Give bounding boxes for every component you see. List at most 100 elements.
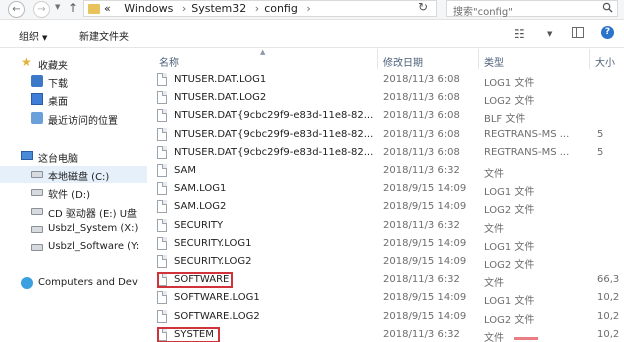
breadcrumb-overflow[interactable]: « (104, 2, 111, 15)
table-row[interactable]: SECURITY.LOG2 2018/9/15 14:09 LOG2 文件 (147, 253, 624, 271)
table-row[interactable]: SYSTEM 2018/11/3 6:32 文件 10,2 (147, 326, 624, 342)
recent-locations-chevron-icon[interactable]: ▼ (55, 3, 60, 11)
file-size: 10,2 (597, 292, 620, 304)
table-row[interactable]: SAM 2018/11/3 6:32 文件 (147, 162, 624, 180)
search-input[interactable]: 搜索"config" (446, 0, 618, 18)
table-row[interactable]: SECURITY.LOG1 2018/9/15 14:09 LOG1 文件 (147, 235, 624, 253)
back-button[interactable]: ← (8, 1, 25, 18)
file-date: 2018/11/3 6:08 (383, 92, 460, 104)
file-size: 66,3 (597, 274, 620, 286)
file-name: NTUSER.DAT.LOG2 (174, 92, 267, 104)
nav-favorites[interactable]: ★ 收藏夹 (0, 55, 147, 72)
nav-item-drive-y[interactable]: Usbzl_Software (Y: (0, 239, 147, 256)
table-row[interactable]: NTUSER.DAT.LOG1 2018/11/3 6:08 LOG1 文件 (147, 71, 624, 89)
file-icon (157, 73, 167, 86)
navigation-pane: ★ 收藏夹 下载 桌面 最近访问的位置 这台电脑 本地磁盘 (C:) 软件 (D… (0, 49, 147, 342)
file-name: SOFTWARE.LOG2 (174, 310, 260, 322)
view-chevron-down-icon[interactable]: ▼ (547, 30, 552, 38)
file-name: SECURITY.LOG2 (174, 256, 252, 267)
file-name: SECURITY.LOG1 (174, 237, 252, 249)
table-row[interactable]: SOFTWARE.LOG2 2018/9/15 14:09 LOG2 文件 10,2 (147, 308, 624, 326)
file-icon (157, 145, 167, 159)
nav-item-desktop[interactable]: 桌面 (0, 91, 147, 108)
organize-button[interactable]: 组织 ▼ (19, 28, 47, 43)
nav-network-label: Computers and Dev (38, 277, 138, 288)
column-header-date-label: 修改日期 (383, 58, 423, 69)
nav-item-label: 软件 (D:) (48, 190, 91, 201)
file-icon (157, 164, 167, 177)
file-size: 5 (597, 128, 604, 140)
nav-item-recent[interactable]: 最近访问的位置 (0, 110, 147, 127)
table-row[interactable]: SOFTWARE 2018/11/3 6:32 文件 66,3 (147, 271, 624, 289)
table-row[interactable]: NTUSER.DAT{9cbc29f9-e83d-11e8-82... 2018/… (147, 126, 624, 144)
drive-icon (31, 189, 43, 196)
recent-places-icon (31, 112, 43, 124)
file-icon (157, 218, 167, 232)
preview-pane-icon[interactable] (572, 27, 584, 38)
file-type: LOG2 文件 (484, 314, 535, 326)
column-header-date[interactable]: 修改日期 (378, 51, 478, 71)
table-row[interactable]: SOFTWARE.LOG1 2018/9/15 14:09 LOG1 文件 10,2 (147, 289, 624, 307)
nav-item-label: Usbzl_System (X:) (48, 223, 139, 234)
table-row[interactable]: NTUSER.DAT.LOG2 2018/11/3 6:08 LOG2 文件 (147, 89, 624, 107)
nav-this-pc-label: 这台电脑 (38, 154, 78, 165)
desktop-icon (31, 93, 43, 105)
column-header-type-label: 类型 (484, 58, 504, 69)
computer-icon (21, 151, 33, 160)
breadcrumb-config[interactable]: config (264, 2, 298, 15)
file-list: ▲ 名称 修改日期 类型 大小 NTUSER.DAT.LOG1 2018/11/3… (147, 49, 624, 342)
highlight-box (157, 326, 220, 342)
file-icon (157, 182, 167, 196)
refresh-icon[interactable]: ↻ (418, 0, 428, 14)
file-date: 2018/11/3 6:32 (383, 219, 460, 231)
file-name: NTUSER.DAT{9cbc29f9-e83d-11e8-82... (174, 146, 374, 158)
table-row[interactable]: SAM.LOG1 2018/9/15 14:09 LOG1 文件 (147, 180, 624, 198)
nav-item-downloads[interactable]: 下载 (0, 73, 147, 90)
forward-button[interactable]: → (33, 1, 50, 18)
breadcrumb-separator[interactable]: › (306, 2, 310, 15)
file-type: REGTRANS-MS ... (484, 128, 570, 140)
file-name: SOFTWARE.LOG1 (174, 292, 260, 304)
breadcrumb-windows[interactable]: Windows (124, 2, 173, 15)
command-bar: 组织 ▼ 新建文件夹 ☷ ▼ ? (0, 20, 624, 48)
breadcrumb-separator[interactable]: › (255, 2, 259, 15)
breadcrumb-system32[interactable]: System32 (191, 2, 246, 15)
column-header-size[interactable]: 大小 (590, 51, 624, 71)
file-type: 文件 (484, 169, 504, 180)
file-icon (157, 127, 167, 141)
file-icon (157, 309, 167, 323)
file-type: REGTRANS-MS ... (484, 146, 570, 158)
column-header-name-label: 名称 (159, 58, 179, 69)
help-icon[interactable]: ? (601, 26, 614, 39)
file-type: LOG2 文件 (484, 96, 535, 108)
address-row: ← → ▼ ↑ « Windows ›System32 ›config › ▼ … (0, 0, 624, 20)
drive-icon (31, 226, 43, 233)
nav-network[interactable]: Computers and Dev (0, 275, 147, 292)
search-icon[interactable] (602, 2, 613, 13)
nav-this-pc[interactable]: 这台电脑 (0, 148, 147, 165)
file-icon (157, 91, 167, 105)
file-date: 2018/9/15 14:09 (383, 292, 467, 304)
table-row[interactable]: NTUSER.DAT{9cbc29f9-e83d-11e8-82... 2018/… (147, 107, 624, 125)
file-date: 2018/9/15 14:09 (383, 237, 467, 249)
address-bar[interactable]: « Windows ›System32 ›config › ▼ (83, 0, 488, 17)
table-row[interactable]: NTUSER.DAT{9cbc29f9-e83d-11e8-82... 2018/… (147, 144, 624, 162)
view-options-icon[interactable]: ☷ (514, 27, 525, 41)
folder-icon (88, 4, 100, 14)
organize-label: 组织 (19, 32, 39, 43)
breadcrumb-separator[interactable]: › (182, 2, 186, 15)
file-type: 文件 (484, 332, 504, 342)
new-folder-button[interactable]: 新建文件夹 (79, 28, 129, 43)
file-icon (157, 200, 167, 214)
table-row[interactable]: SECURITY 2018/11/3 6:32 文件 (147, 217, 624, 235)
chevron-down-icon: ▼ (42, 34, 48, 42)
nav-item-drive-d[interactable]: 软件 (D:) (0, 184, 147, 201)
nav-item-drive-c[interactable]: 本地磁盘 (C:) (0, 166, 147, 183)
table-row[interactable]: SAM.LOG2 2018/9/15 14:09 LOG2 文件 (147, 198, 624, 216)
column-header-name[interactable]: ▲ 名称 (147, 49, 377, 71)
column-header-type[interactable]: 类型 (479, 51, 589, 71)
up-button[interactable]: ↑ (68, 1, 78, 15)
nav-item-drive-e[interactable]: CD 驱动器 (E:) U盘 (0, 203, 147, 220)
file-date: 2018/9/15 14:09 (383, 310, 467, 322)
nav-item-drive-x[interactable]: Usbzl_System (X:) (0, 221, 147, 238)
